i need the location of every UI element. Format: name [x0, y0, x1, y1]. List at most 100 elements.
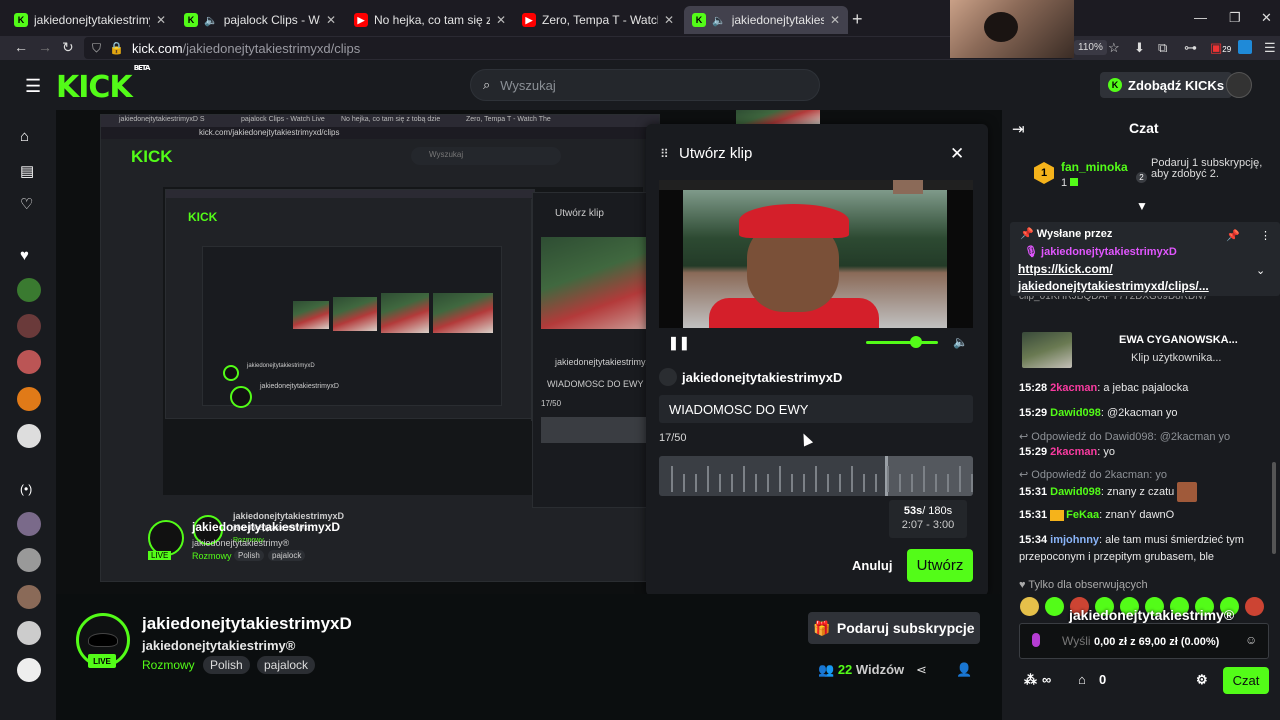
user-avatar[interactable] [1226, 72, 1252, 98]
emote-icon[interactable] [1245, 597, 1264, 616]
live-channel-avatar[interactable] [17, 585, 41, 609]
msg-user[interactable]: Dawid098 [1050, 486, 1101, 498]
close-tab-icon[interactable]: ✕ [326, 13, 336, 27]
clip-range: 2:07 - 3:00 [901, 519, 955, 531]
msg-user[interactable]: Dawid098 [1050, 407, 1101, 419]
msg-user[interactable]: 2kacman [1050, 446, 1097, 458]
clip-card-title[interactable]: EWA CYGANOWSKA... [1119, 334, 1238, 346]
new-tab-icon[interactable]: + [852, 9, 863, 30]
reply-context[interactable]: ↩ Odpowiedź do 2kacman: yo [1019, 468, 1167, 481]
pin-icon[interactable]: 📌 [1226, 229, 1240, 242]
more-options-icon[interactable]: ⋮ [1260, 229, 1271, 242]
maximize-icon[interactable]: ❐ [1229, 10, 1241, 26]
get-kicks-label: Zdobądź KICKs [1128, 77, 1225, 93]
close-tab-icon[interactable]: ✕ [496, 13, 506, 27]
chat-scrollbar[interactable] [1272, 462, 1276, 554]
timeline-tick [671, 466, 673, 492]
clip-timeline[interactable] [659, 456, 973, 496]
back-icon[interactable]: ← [14, 39, 28, 55]
browser-tab-3[interactable]: ▶ No hejka, co tam się z tobą dzie ✕ [346, 6, 514, 34]
followed-channel-avatar[interactable] [17, 387, 41, 411]
forward-icon[interactable]: → [38, 39, 52, 55]
close-tab-icon[interactable]: ✕ [830, 13, 840, 27]
live-channels-icon: (•) [20, 482, 33, 496]
nested-tag-2: pajalock [268, 550, 306, 561]
share-icon[interactable]: ⋖ [916, 662, 927, 678]
stream-category[interactable]: Rozmowy [142, 658, 195, 672]
downloads-icon[interactable]: ⬇ [1134, 40, 1145, 56]
browser-tab-4[interactable]: ▶ Zero, Tempa T - Watch The ✕ [514, 6, 682, 34]
clip-title-input[interactable]: WIADOMOSC DO EWY [659, 395, 973, 423]
clip-preview-video[interactable] [659, 180, 973, 328]
browse-icon[interactable]: ▤ [20, 162, 34, 180]
leaderboard-count-value: 1 [1061, 177, 1068, 189]
pinned-link[interactable]: https://kick.com/ jakiedonejtytakiestrim… [1018, 261, 1248, 295]
followed-channel-avatar[interactable] [17, 278, 41, 302]
following-icon[interactable]: ♡ [20, 195, 33, 213]
volume-slider[interactable] [866, 341, 938, 344]
chevron-down-icon[interactable]: ⌄ [1256, 264, 1265, 277]
live-channel-avatar[interactable] [17, 658, 41, 682]
followed-channel-avatar[interactable] [17, 424, 41, 448]
browser-tab-2[interactable]: K 🔈 pajalock Clips - Watch Live ✕ [176, 6, 344, 34]
infinity-icon[interactable]: ∞ [1042, 672, 1051, 687]
tag-pajalock[interactable]: pajalock [257, 656, 316, 674]
drag-handle-icon[interactable]: ⠿ [660, 147, 669, 161]
url-bar[interactable]: ⛉ 🔒 kick.com/jakiedonejtytakiestrimyxd/c… [84, 37, 1074, 59]
expand-pin-icon[interactable]: ▼ [1136, 199, 1148, 213]
chat-input[interactable]: Wyśli 0,00 zł z 69,00 zł (0.00%) ☺ [1019, 623, 1269, 659]
search-input[interactable]: ⌕ Wyszukaj [470, 69, 820, 101]
close-icon[interactable]: ✕ [950, 144, 964, 164]
followed-channel-avatar[interactable] [17, 314, 41, 338]
pause-icon[interactable]: ❚❚ [668, 335, 690, 351]
emote-icon[interactable] [1020, 597, 1039, 616]
leaderboard-user[interactable]: fan_minoka [1061, 160, 1128, 174]
channel-name[interactable]: jakiedonejtytakiestrimyxD [142, 614, 352, 634]
kicks-coin-icon: K [1108, 78, 1122, 92]
clip-thumbnail[interactable] [1022, 332, 1072, 368]
vpn-icon[interactable]: ⊶ [1184, 40, 1197, 56]
close-tab-icon[interactable]: ✕ [664, 13, 674, 27]
live-channel-avatar[interactable] [17, 512, 41, 536]
live-channel-avatar[interactable] [17, 621, 41, 645]
zoom-level[interactable]: 110% [1074, 40, 1107, 55]
bookmark-star-icon[interactable]: ☆ [1108, 40, 1120, 56]
char-count: 17/50 [659, 432, 687, 444]
timeline-tick [779, 466, 781, 492]
reply-context[interactable]: ↩ Odpowiedź do Dawid098: @2kacman yo [1019, 430, 1230, 443]
volume-icon[interactable]: 🔈 [953, 335, 968, 349]
kick-logo[interactable]: KICKBETA [56, 64, 150, 105]
get-kicks-button[interactable]: K Zdobądź KICKs [1100, 72, 1233, 98]
reload-icon[interactable]: ↻ [62, 39, 74, 56]
home-icon[interactable]: ⌂ [20, 128, 29, 145]
msg-user[interactable]: 2kacman [1050, 382, 1097, 394]
msg-user[interactable]: imjohnny [1050, 534, 1099, 546]
browser-tab-1[interactable]: K jakiedonejtytakiestrimyxD S ✕ [6, 6, 174, 34]
cancel-button[interactable]: Anuluj [852, 558, 892, 573]
send-chat-button[interactable]: Czat [1223, 667, 1269, 694]
msg-user[interactable]: FeKaa [1066, 509, 1099, 521]
gift-subscription-button[interactable]: 🎁 Podaruj subskrypcje [808, 612, 980, 644]
rewards-icon[interactable]: ⁂ [1024, 672, 1037, 688]
pinned-user[interactable]: 🎙 jakiedonejtytakiestrimyxD [1024, 245, 1177, 258]
timeline-tick [899, 474, 901, 492]
close-window-icon[interactable]: ✕ [1261, 10, 1272, 26]
emoji-icon[interactable]: ☺ [1245, 633, 1257, 647]
chat-settings-icon[interactable]: ⚙ [1196, 672, 1208, 688]
minimize-icon[interactable]: — [1194, 10, 1207, 25]
close-tab-icon[interactable]: ✕ [156, 13, 166, 27]
follow-user-icon[interactable]: 👤 [956, 662, 972, 678]
addon-badge-icon[interactable]: ▣29 [1210, 40, 1231, 56]
live-channel-avatar[interactable] [17, 548, 41, 572]
followed-channel-avatar[interactable] [17, 350, 41, 374]
browser-tab-5[interactable]: K 🔈 jakiedonejtytakiestrimyxD ✕ [684, 6, 848, 34]
extensions-icon[interactable]: ⧉ [1158, 40, 1167, 56]
sync-icon[interactable] [1238, 40, 1252, 54]
create-clip-button[interactable]: Utwórz [907, 549, 973, 582]
hamburger-menu-icon[interactable]: ☰ [25, 76, 41, 97]
menu-icon[interactable]: ☰ [1264, 40, 1276, 56]
emote-icon[interactable] [1045, 597, 1064, 616]
collapse-chat-icon[interactable]: ⇥ [1012, 120, 1025, 138]
tag-polish[interactable]: Polish [203, 656, 250, 674]
store-icon[interactable]: ⌂ [1078, 672, 1086, 687]
